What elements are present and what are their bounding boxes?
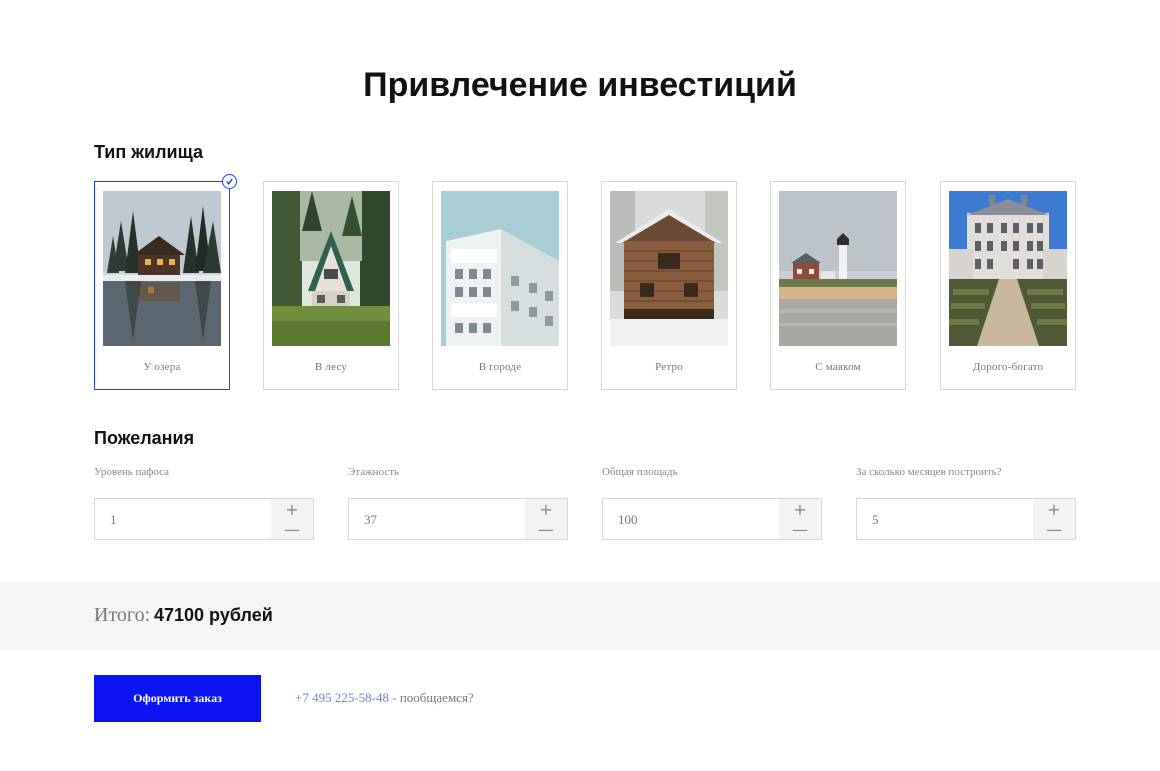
housing-option-label: Ретро	[655, 361, 683, 373]
field-floors: Этажность 37 + —	[348, 466, 568, 540]
increment-button[interactable]: +	[525, 499, 567, 519]
forest-aframe-photo	[272, 191, 390, 346]
decrement-button[interactable]: —	[779, 519, 821, 539]
city-building-photo	[441, 191, 559, 346]
housing-option-label: В городе	[478, 361, 522, 373]
contact-suffix: - пообщаемся?	[389, 690, 474, 705]
contact-line: +7 495 225-58-48 - пообщаемся?	[295, 690, 474, 706]
stepper-value[interactable]: 100	[618, 512, 638, 528]
housing-option-city[interactable]: В городе	[432, 181, 568, 390]
housing-option-retro[interactable]: Ретро	[601, 181, 737, 390]
increment-button[interactable]: +	[1033, 499, 1075, 519]
phone-link[interactable]: +7 495 225-58-48	[295, 690, 389, 705]
decrement-button[interactable]: —	[1033, 519, 1075, 539]
housing-option-forest[interactable]: В лесу	[263, 181, 399, 390]
lake-cabin-photo	[103, 191, 221, 346]
field-pathos-level: Уровень пафоса 1 + —	[94, 466, 314, 540]
retro-log-house-photo	[610, 191, 728, 346]
decrement-button[interactable]: —	[271, 519, 313, 539]
total-area-stepper[interactable]: 100 + —	[602, 498, 822, 540]
housing-option-label: Дорого-богато	[972, 361, 1044, 373]
field-build-months: За сколько месяцев построить? 5 + —	[856, 466, 1076, 540]
field-label: Общая площадь	[602, 466, 678, 478]
stepper-controls: + —	[271, 499, 313, 539]
increment-button[interactable]: +	[779, 499, 821, 519]
stepper-value[interactable]: 37	[364, 512, 377, 528]
wishes-fields: Уровень пафоса 1 + — Этажность 37 + — Об…	[94, 466, 1076, 542]
pathos-level-stepper[interactable]: 1 + —	[94, 498, 314, 540]
stepper-controls: + —	[779, 499, 821, 539]
total-label: Итого:	[94, 604, 151, 626]
field-label: Этажность	[348, 466, 400, 478]
build-months-stepper[interactable]: 5 + —	[856, 498, 1076, 540]
stepper-value[interactable]: 5	[872, 512, 879, 528]
field-label: За сколько месяцев построить?	[856, 466, 1002, 478]
check-icon	[222, 174, 237, 189]
housing-option-label: У озера	[143, 361, 181, 373]
housing-option-lake[interactable]: У озера	[94, 174, 237, 390]
total-band: Итого: 47100 рублей	[0, 582, 1160, 650]
field-total-area: Общая площадь 100 + —	[602, 466, 822, 540]
decrement-button[interactable]: —	[525, 519, 567, 539]
stepper-controls: + —	[1033, 499, 1075, 539]
housing-type-title: Тип жилища	[94, 142, 203, 162]
field-label: Уровень пафоса	[94, 466, 170, 478]
mansion-photo	[949, 191, 1067, 346]
total-value: 47100 рублей	[154, 605, 273, 625]
stepper-controls: + —	[525, 499, 567, 539]
wishes-title: Пожелания	[94, 428, 195, 448]
housing-options: У озера В лесу В городе Ретро С маяком Д…	[94, 174, 1076, 390]
housing-option-mansion[interactable]: Дорого-богато	[940, 181, 1076, 390]
order-button[interactable]: Оформить заказ	[94, 675, 261, 722]
housing-option-lighthouse[interactable]: С маяком	[770, 181, 906, 390]
increment-button[interactable]: +	[271, 499, 313, 519]
page-title: Привлечение инвестиций	[363, 66, 797, 104]
stepper-value[interactable]: 1	[110, 512, 117, 528]
housing-option-label: В лесу	[314, 361, 348, 373]
floors-stepper[interactable]: 37 + —	[348, 498, 568, 540]
housing-option-label: С маяком	[815, 361, 861, 373]
lighthouse-photo	[779, 191, 897, 346]
